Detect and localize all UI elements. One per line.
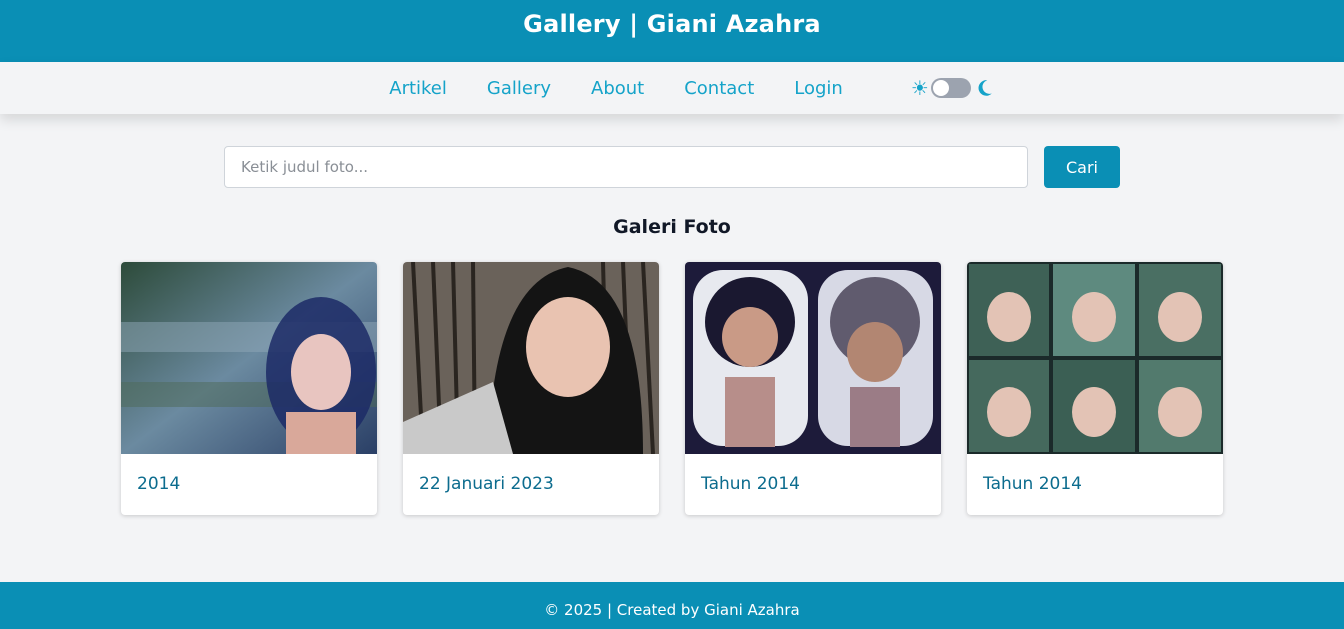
footer-text: © 2025 | Created by Giani Azahra [544,600,800,619]
photo-caption: Tahun 2014 [701,474,800,494]
photo-card[interactable]: 2014 [121,262,377,515]
sun-icon: ☀ [910,76,929,100]
search-input[interactable] [224,146,1028,188]
gallery-title: Galeri Foto [613,216,731,238]
photo-caption: 2014 [137,474,181,494]
photo-thumbnail[interactable] [403,262,659,454]
theme-toggle[interactable]: ☀ [911,77,995,99]
search-button[interactable]: Cari [1044,146,1120,188]
nav-link-contact[interactable]: Contact [684,78,754,99]
moon-icon [978,80,992,96]
photo-caption: 22 Januari 2023 [419,474,554,494]
search-bar: Cari [0,146,1344,188]
photo-card[interactable]: Tahun 2014 [685,262,941,515]
nav-link-gallery[interactable]: Gallery [487,78,551,99]
photo-card[interactable]: Tahun 2014 [967,262,1223,515]
nav-link-artikel[interactable]: Artikel [389,78,447,99]
photo-gallery: 2014 22 Januari 2023 Tahun 2014 Tahun 20… [0,262,1344,515]
nav-links: Artikel Gallery About Contact Login ☀ [389,77,995,99]
nav-link-about[interactable]: About [591,78,644,99]
photo-card[interactable]: 22 Januari 2023 [403,262,659,515]
photo-caption: Tahun 2014 [983,474,1082,494]
site-title: Gallery | Giani Azahra [523,10,821,38]
main-content: Cari Galeri Foto 2014 [0,146,1344,515]
navbar: Artikel Gallery About Contact Login ☀ [0,62,1344,114]
photo-thumbnail[interactable] [967,262,1223,454]
dark-mode-switch[interactable] [930,78,971,98]
nav-link-login[interactable]: Login [794,78,843,99]
photo-thumbnail[interactable] [685,262,941,454]
photo-thumbnail[interactable] [121,262,377,454]
site-footer: © 2025 | Created by Giani Azahra [0,582,1344,629]
switch-knob [932,80,949,96]
site-header: Gallery | Giani Azahra [0,0,1344,62]
